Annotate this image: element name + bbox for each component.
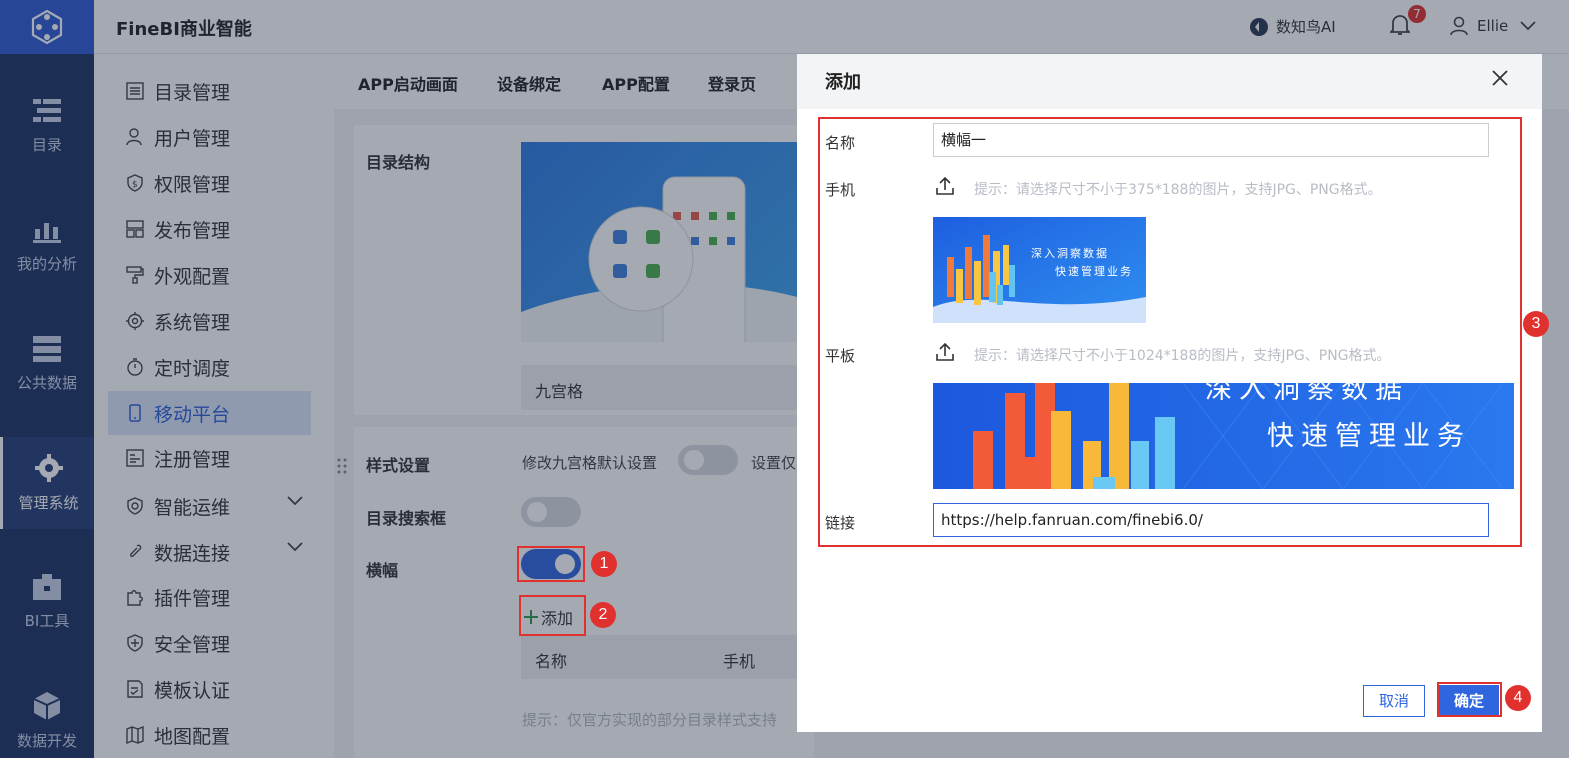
dialog-title: 添加: [825, 72, 861, 93]
dialog-header: 添加: [797, 54, 1542, 109]
close-button[interactable]: [1492, 70, 1508, 90]
close-icon: [1492, 70, 1508, 86]
annotation-box-banner-toggle: [517, 546, 585, 582]
annotation-box-confirm: [1437, 682, 1502, 717]
annotation-number-4: 4: [1505, 685, 1531, 711]
annotation-number-3: 3: [1523, 311, 1549, 337]
annotation-box-add: [519, 595, 586, 636]
annotation-box-form: [818, 117, 1522, 547]
app-window: 目录 我的分析 公共数据 管理系统 BI工具 数据开发 FineBI商业智能 数…: [0, 0, 1569, 758]
annotation-number-2: 2: [590, 602, 616, 628]
annotation-number-1: 1: [591, 551, 617, 577]
cancel-button[interactable]: 取消: [1363, 685, 1425, 717]
